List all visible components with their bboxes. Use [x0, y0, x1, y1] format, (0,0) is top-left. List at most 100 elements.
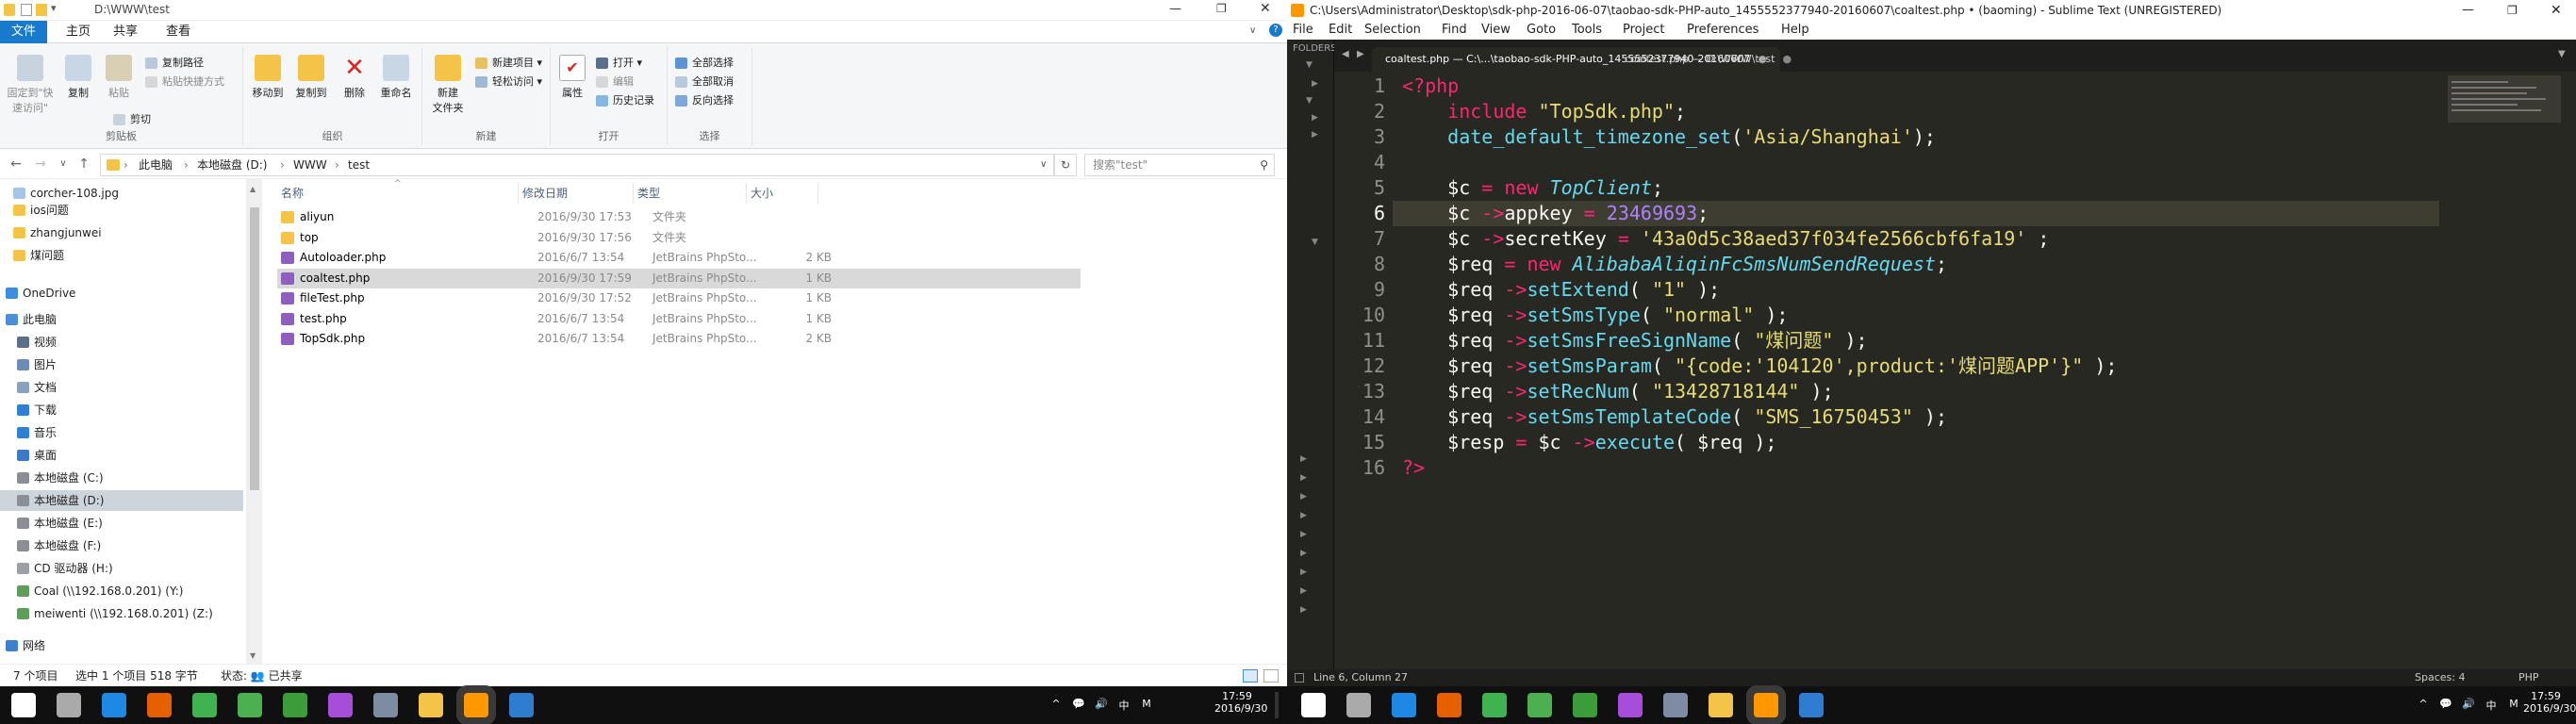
image-viewer-icon[interactable] — [373, 693, 398, 717]
address-dropdown-icon[interactable]: ∨ — [1040, 155, 1047, 175]
rename-button[interactable]: 重命名 — [375, 55, 417, 100]
nav-item[interactable]: 文档 — [0, 377, 243, 398]
task-view-icon[interactable] — [57, 693, 81, 717]
tree-expand-icon[interactable]: ▶ — [1300, 492, 1307, 502]
chrome-icon[interactable] — [1527, 693, 1552, 717]
nav-item[interactable]: 桌面 — [0, 445, 243, 466]
history-button[interactable]: 历史记录 — [594, 92, 654, 109]
360-browser-icon[interactable] — [1482, 693, 1507, 717]
start-button[interactable] — [11, 693, 36, 717]
tab-coaltest-d[interactable]: coaltest.php — D:\WWW\test ● — [1611, 47, 1805, 72]
nav-item[interactable]: 视频 — [0, 332, 243, 353]
file-row[interactable]: fileTest.php 2016/9/30 17:52 JetBrains Php… — [277, 288, 1081, 308]
image-viewer-icon[interactable] — [1663, 693, 1688, 717]
nav-item[interactable]: 音乐 — [0, 422, 243, 443]
phpstorm-icon[interactable] — [328, 693, 353, 717]
nav-item[interactable]: 此电脑 — [0, 309, 243, 330]
move-to-button[interactable]: 移动到 — [247, 55, 289, 100]
tree-expand-icon[interactable]: ▶ — [1300, 473, 1307, 483]
tab-share[interactable]: 共享 — [102, 21, 149, 43]
nav-item[interactable]: ios问题 — [0, 200, 243, 221]
tree-expand-icon[interactable]: ▶ — [1300, 530, 1307, 539]
tree-expand-icon[interactable]: ▶ — [1300, 586, 1307, 596]
nav-item[interactable]: 图片 — [0, 354, 243, 375]
paste-button[interactable]: 粘贴 — [100, 55, 138, 100]
select-all-button[interactable]: 全部选择 — [673, 55, 734, 72]
cut-button[interactable]: 剪切 — [111, 111, 151, 128]
breadcrumb-www[interactable]: WWW — [293, 155, 327, 175]
breadcrumb-this-pc[interactable]: 此电脑 — [139, 155, 173, 175]
ime-icon[interactable]: 中 — [1115, 698, 1133, 713]
new-item-button[interactable]: 新建项目 ▾ — [473, 55, 542, 72]
nav-item[interactable]: 本地磁盘 (D:) — [0, 490, 243, 511]
nav-item[interactable]: 本地磁盘 (E:) — [0, 513, 243, 534]
close-icon[interactable]: ✕ — [1260, 1, 1271, 16]
new-folder-quick-icon[interactable] — [36, 4, 47, 16]
hbuilder-icon[interactable] — [283, 693, 307, 717]
menu-tools[interactable]: Tools — [1572, 21, 1602, 40]
tree-expand-icon[interactable]: ▶ — [1300, 605, 1307, 615]
nav-item[interactable]: 本地磁盘 (F:) — [0, 535, 243, 556]
copy-button[interactable]: 复制 — [60, 55, 96, 100]
breadcrumb-drive-d[interactable]: 本地磁盘 (D:) — [197, 155, 267, 175]
new-folder-button[interactable]: 新建 文件夹 — [426, 55, 470, 115]
menu-edit[interactable]: Edit — [1329, 21, 1352, 40]
quick-access-dropdown-icon[interactable]: ▾ — [51, 2, 57, 14]
phpstorm-icon[interactable] — [1618, 693, 1643, 717]
properties-button[interactable]: ✔ 属性 — [554, 55, 590, 100]
tab-home[interactable]: 主页 — [55, 21, 102, 43]
minimap[interactable] — [2442, 72, 2576, 669]
up-icon[interactable]: ↑ — [75, 156, 92, 172]
scroll-down-icon[interactable]: ▼ — [250, 651, 256, 660]
help-icon[interactable]: ? — [1269, 24, 1282, 37]
file-row[interactable]: Autoloader.php 2016/6/7 13:54 JetBrains Ph… — [277, 248, 1081, 268]
hbuilder-icon[interactable] — [1573, 693, 1597, 717]
file-row[interactable]: coaltest.php 2016/9/30 17:59 JetBrains Php… — [277, 268, 1081, 288]
volume-icon[interactable]: 🔊 — [2459, 698, 2478, 710]
file-explorer-icon[interactable] — [1709, 693, 1733, 717]
refresh-button[interactable]: ↻ — [1054, 154, 1077, 176]
scroll-thumb[interactable] — [250, 207, 259, 490]
chrome-icon[interactable] — [238, 693, 262, 717]
menu-help[interactable]: Help — [1781, 21, 1809, 40]
menu-goto[interactable]: Goto — [1527, 21, 1556, 40]
address-bar[interactable]: › 此电脑 › 本地磁盘 (D:) › WWW › test ∨ — [100, 154, 1054, 176]
indentation-setting[interactable]: Spaces: 4 — [2415, 669, 2465, 686]
menu-project[interactable]: Project — [1623, 21, 1664, 40]
breadcrumb-test[interactable]: test — [348, 155, 370, 175]
menu-preferences[interactable]: Preferences — [1687, 21, 1759, 40]
menu-view[interactable]: View — [1481, 21, 1511, 40]
tree-collapse-icon[interactable]: ▼ — [1306, 96, 1313, 106]
tree-collapse-icon[interactable]: ▼ — [1312, 238, 1318, 247]
start-button[interactable] — [1301, 693, 1326, 717]
close-icon[interactable]: ✕ — [2551, 0, 2562, 21]
tree-expand-icon[interactable]: ▶ — [1312, 130, 1318, 140]
scroll-up-icon[interactable]: ▲ — [250, 185, 256, 193]
copy-to-button[interactable]: 复制到 — [290, 55, 332, 100]
tree-expand-icon[interactable]: ▶ — [1300, 511, 1307, 520]
select-none-button[interactable]: 全部取消 — [673, 74, 734, 90]
paste-shortcut-button[interactable]: 粘贴快捷方式 — [143, 74, 224, 90]
show-desktop-button[interactable] — [1275, 692, 1279, 718]
file-row[interactable]: aliyun 2016/9/30 17:53 文件夹 — [277, 207, 1081, 227]
nav-item[interactable]: meiwenti (\\192.168.0.201) (Z:) — [0, 603, 243, 624]
ime-mode-icon[interactable]: M — [1137, 698, 1156, 710]
search-input[interactable]: 搜索"test" ⚲ — [1084, 154, 1275, 176]
tree-expand-icon[interactable]: ▶ — [1300, 454, 1307, 464]
nav-item[interactable]: 本地磁盘 (C:) — [0, 468, 243, 488]
nav-item[interactable]: CD 驱动器 (H:) — [0, 558, 243, 579]
git-icon[interactable] — [1799, 693, 1824, 717]
menu-selection[interactable]: Selection — [1364, 21, 1421, 40]
tree-expand-icon[interactable]: ▶ — [1312, 79, 1318, 89]
panel-toggle-icon[interactable] — [1295, 673, 1304, 683]
file-row[interactable]: top 2016/9/30 17:56 文件夹 — [277, 228, 1081, 248]
pin-quick-access-button[interactable]: 固定到"快 速访问" — [6, 55, 55, 115]
nav-pane-scrollbar[interactable]: ▲ ▼ — [247, 179, 262, 664]
details-view-icon[interactable] — [1243, 669, 1258, 683]
maximize-icon[interactable]: ❐ — [1216, 2, 1227, 15]
easy-access-button[interactable]: 轻松访问 ▾ — [473, 74, 542, 90]
tray-overflow-icon[interactable]: ^ — [1047, 698, 1065, 710]
menu-find[interactable]: Find — [1442, 21, 1467, 40]
tab-dirty-icon[interactable]: ● — [1782, 53, 1792, 65]
open-button[interactable]: 打开 ▾ — [594, 55, 642, 72]
